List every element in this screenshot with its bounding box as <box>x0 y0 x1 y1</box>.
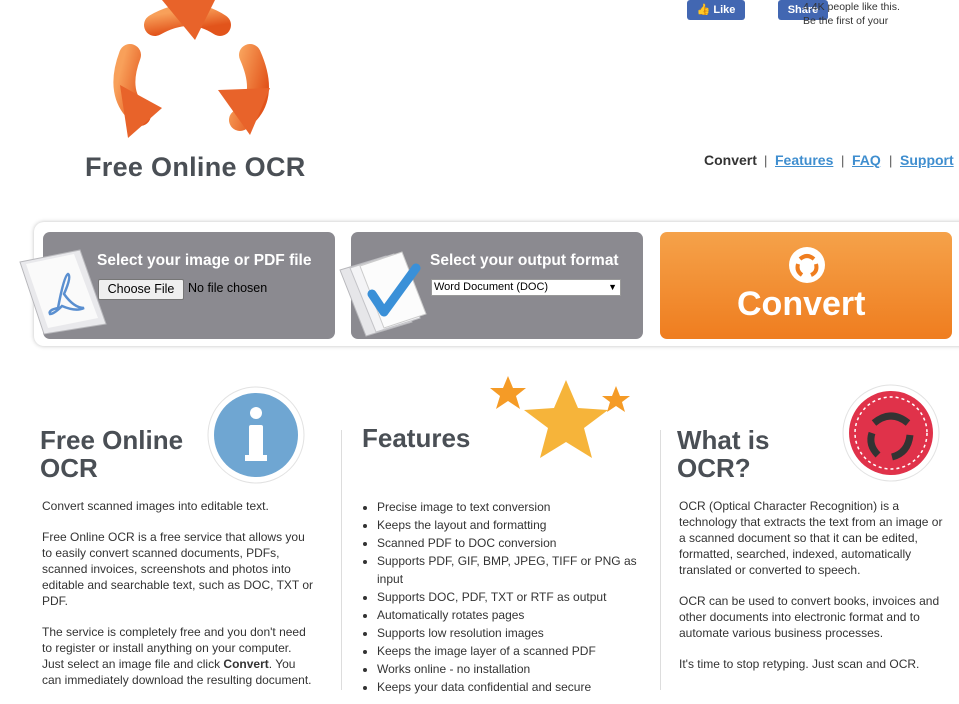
whatis-title: What is OCR? <box>677 426 769 482</box>
whatis-paragraph: It's time to stop retyping. Just scan an… <box>679 657 920 671</box>
info-icon <box>207 386 305 484</box>
file-input-label: Select your image or PDF file <box>97 252 312 269</box>
nav-separator: | <box>841 153 845 168</box>
list-item: Supports DOC, PDF, TXT or RTF as output <box>377 588 647 606</box>
list-item: Keeps the image layer of a scanned PDF <box>377 642 647 660</box>
list-item: Keeps the layout and formatting <box>377 516 647 534</box>
output-format-select[interactable]: Word Document (DOC) ▼ <box>431 279 621 296</box>
features-title: Features <box>362 423 471 453</box>
stars-icon <box>490 376 630 458</box>
nav-link-features[interactable]: Features <box>775 152 833 168</box>
like-label: Like <box>713 4 736 16</box>
convert-button-label: Convert <box>737 285 866 323</box>
first-text: Be the first of your <box>803 15 889 27</box>
about-text: Convert scanned images into editable tex… <box>42 498 314 703</box>
column-divider <box>660 430 661 690</box>
about-title-line1: Free Online <box>40 425 184 455</box>
list-item: Supports PDF, GIF, BMP, JPEG, TIFF or PN… <box>377 552 647 588</box>
likes-text: 4.4K people like this. <box>803 1 900 13</box>
whatis-title-line2: OCR? <box>677 453 751 483</box>
checkmark-document-icon <box>339 251 427 337</box>
facebook-like-count: 4.4K people like this. Be the first of y… <box>803 0 900 28</box>
about-p3-bold: Convert <box>223 657 269 671</box>
whatis-title-line1: What is <box>677 425 770 455</box>
column-divider <box>341 430 342 690</box>
about-paragraph-3: The service is completely free and you d… <box>42 624 314 688</box>
list-item: Keeps your data confidential and secure <box>377 678 647 696</box>
recycle-arrows-logo-icon <box>113 0 270 138</box>
features-list: Precise image to text conversion Keeps t… <box>362 498 647 696</box>
about-title-line2: OCR <box>40 453 98 483</box>
thumbs-up-icon: 👍 <box>696 4 711 16</box>
ocr-cycle-icon <box>842 384 940 482</box>
nav-convert-current: Convert <box>704 152 757 168</box>
whatis-paragraph: OCR (Optical Character Recognition) is a… <box>679 499 943 577</box>
format-label: Select your output format <box>430 252 619 269</box>
facebook-like-button[interactable]: 👍 Like <box>687 0 745 20</box>
choose-file-button[interactable]: Choose File <box>98 279 184 300</box>
chevron-down-icon: ▼ <box>608 282 617 292</box>
list-item: Supports low resolution images <box>377 624 647 642</box>
convert-arrows-icon <box>789 247 825 283</box>
site-title: Free Online OCR <box>85 152 306 182</box>
selected-format: Word Document (DOC) <box>434 281 549 293</box>
nav-separator: | <box>889 153 893 168</box>
whatis-text: OCR (Optical Character Recognition) is a… <box>679 498 949 687</box>
nav-separator: | <box>764 153 768 168</box>
list-item: Works online - no installation <box>377 660 647 678</box>
nav-link-support[interactable]: Support <box>900 152 954 168</box>
nav-link-faq[interactable]: FAQ <box>852 152 881 168</box>
list-item: Precise image to text conversion <box>377 498 647 516</box>
pdf-file-icon <box>19 249 107 335</box>
about-paragraph: Free Online OCR is a free service that a… <box>42 530 314 608</box>
whatis-paragraph: OCR can be used to convert books, invoic… <box>679 594 940 640</box>
about-paragraph: Convert scanned images into editable tex… <box>42 499 269 513</box>
file-status-text: No file chosen <box>188 281 268 295</box>
list-item: Scanned PDF to DOC conversion <box>377 534 647 552</box>
about-title: Free Online OCR <box>40 426 183 482</box>
list-item: Automatically rotates pages <box>377 606 647 624</box>
